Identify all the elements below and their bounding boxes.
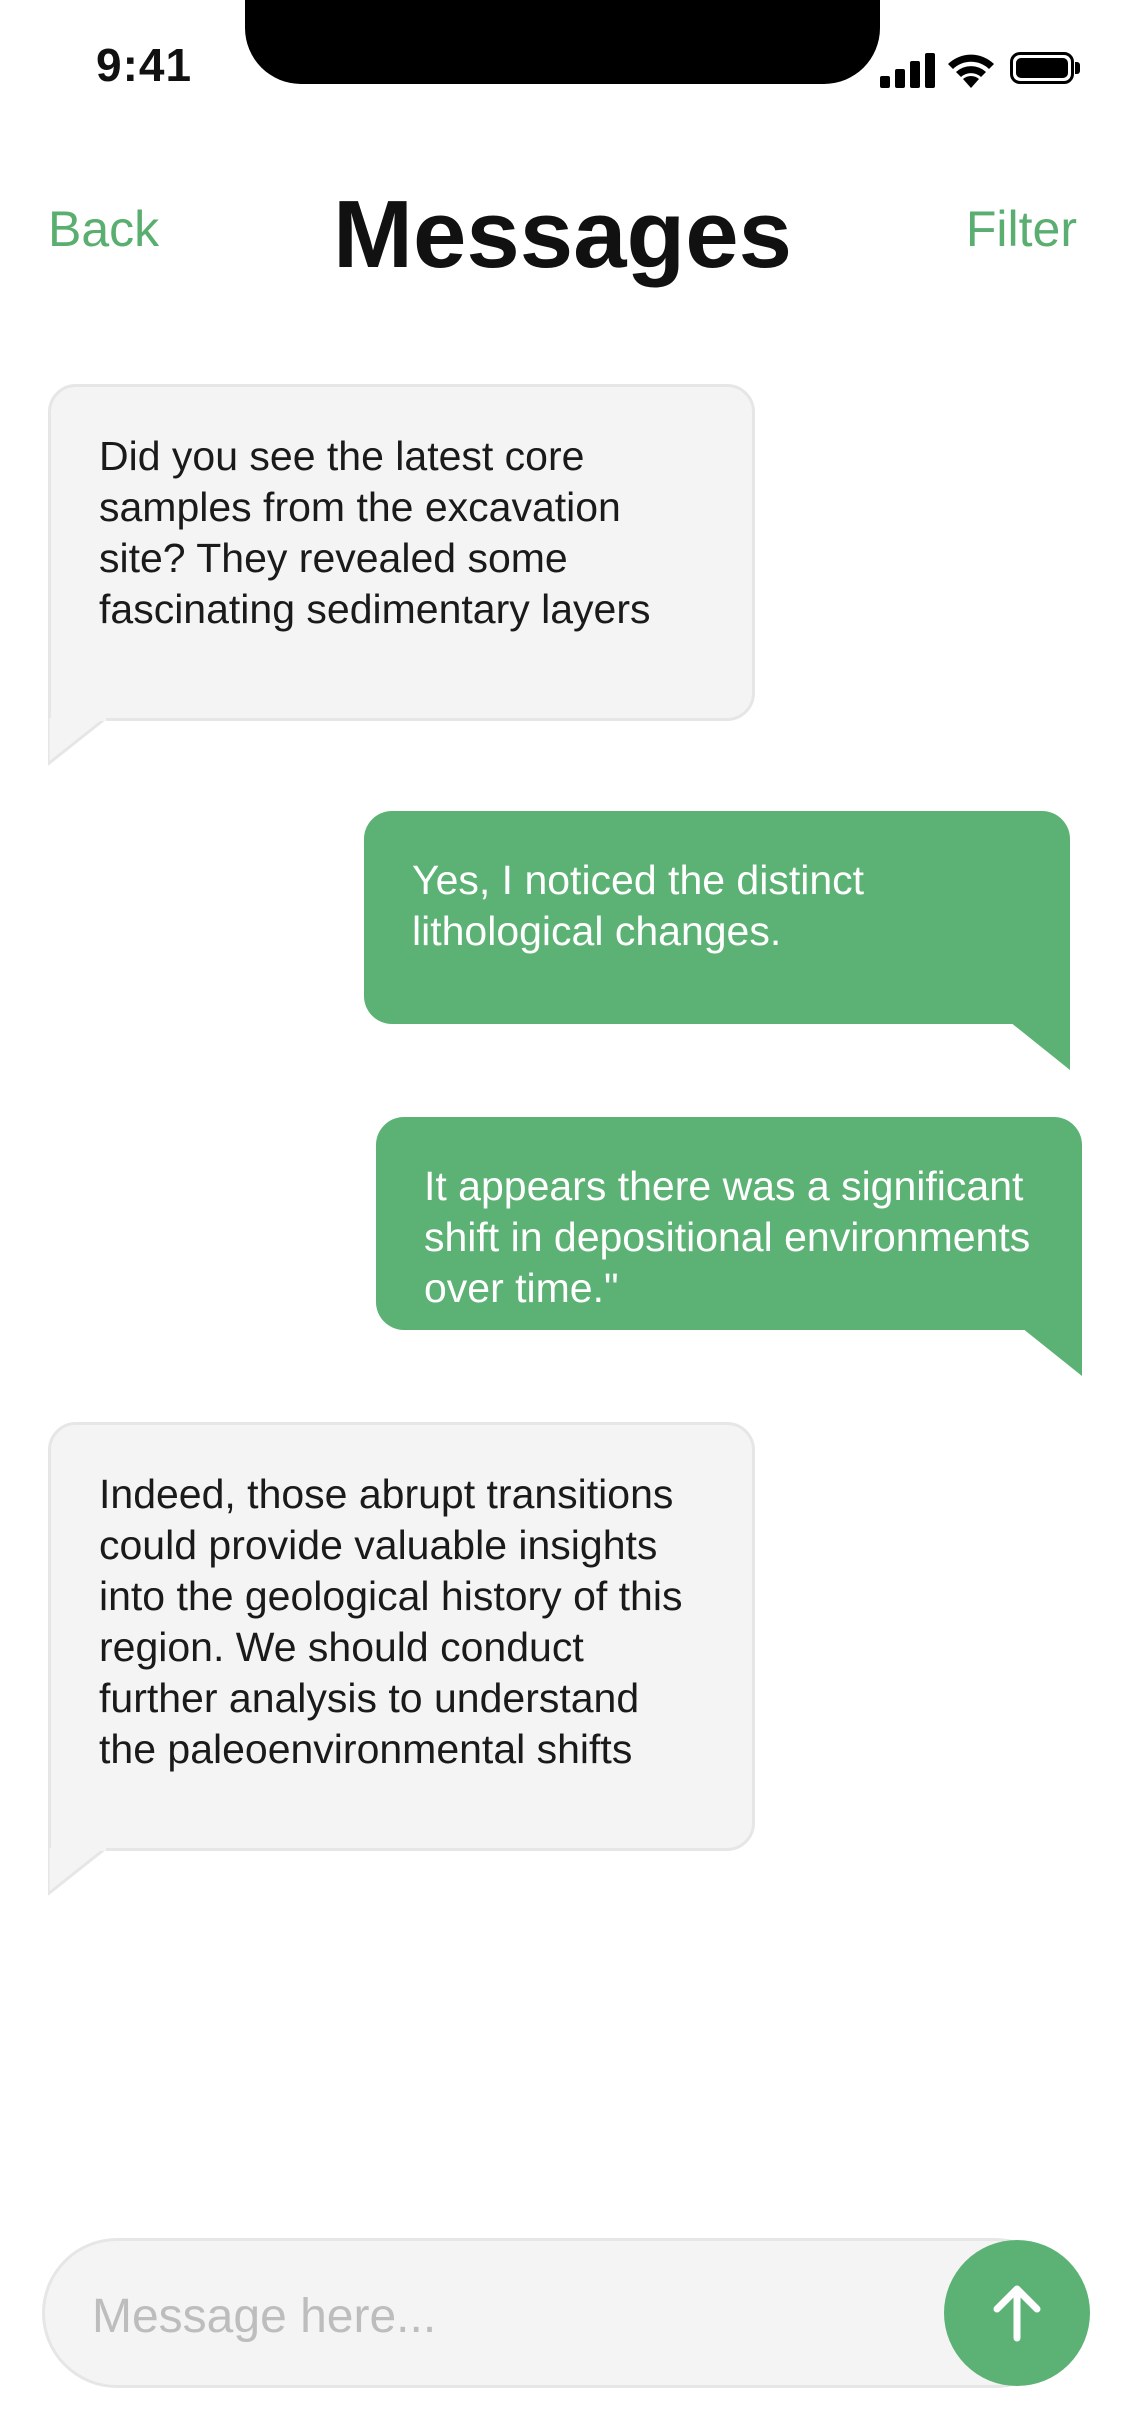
message-bubble-incoming: Indeed, those abrupt transitions could p… [48,1422,755,1851]
page-title: Messages [333,181,792,288]
bubble-tail [1010,1022,1070,1070]
device-notch [245,0,880,84]
message-text: Yes, I noticed the distinct lithological… [412,857,865,954]
message-text: It appears there was a significant shift… [424,1163,1031,1311]
send-button[interactable] [944,2240,1090,2386]
filter-button[interactable]: Filter [966,200,1077,258]
message-text: Did you see the latest core samples from… [99,433,651,632]
bubble-tail [48,718,107,766]
message-bubble-outgoing: It appears there was a significant shift… [376,1117,1082,1330]
message-bubble-incoming: Did you see the latest core samples from… [48,384,755,721]
battery-icon [1010,52,1074,84]
message-input[interactable] [90,2283,914,2349]
bubble-tail [48,1848,107,1896]
status-time: 9:41 [96,39,193,91]
message-bubble-outgoing: Yes, I noticed the distinct lithological… [364,811,1070,1024]
cellular-signal-icon [880,52,936,88]
battery-cap [1075,62,1080,74]
arrow-up-icon [993,2285,1041,2342]
wifi-icon [948,54,994,88]
bubble-tail [1022,1328,1082,1376]
message-text: Indeed, those abrupt transitions could p… [99,1471,683,1772]
